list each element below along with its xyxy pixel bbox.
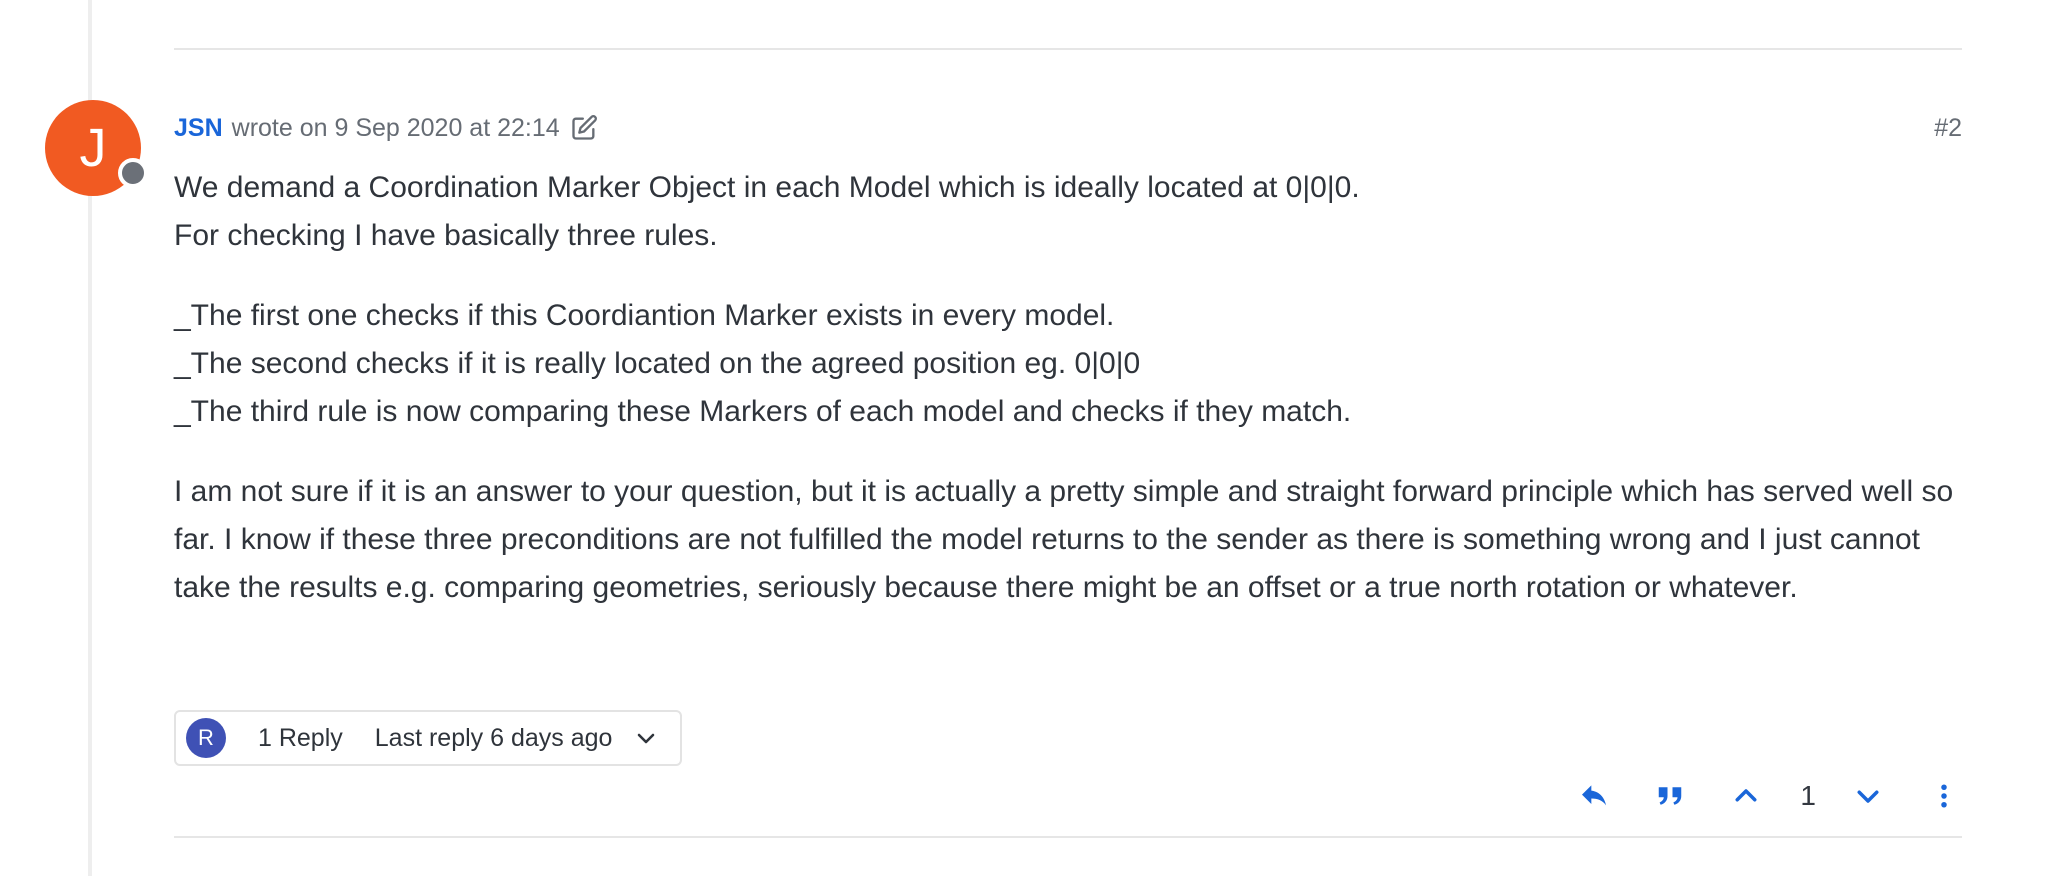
replies-toggle[interactable]: R 1 Reply Last reply 6 days ago [174,710,682,766]
upvote-icon [1731,781,1761,811]
post-line: We demand a Coordination Marker Object i… [174,171,1360,204]
post-line: I am not sure if it is an answer to your… [174,475,1954,604]
more-options-button[interactable] [1924,776,1964,816]
downvote-button[interactable] [1848,776,1888,816]
post-index: #2 [1934,113,1962,142]
reply-avatar-initial: R [198,725,214,750]
offline-status-indicator [118,158,148,188]
post-timestamp[interactable]: wrote on 9 Sep 2020 at 22:14 [232,114,560,143]
downvote-icon [1853,781,1883,811]
quote-button[interactable] [1650,776,1690,816]
post-actions: 1 [1538,776,1964,816]
reply-icon [1578,780,1610,812]
edited-icon[interactable] [570,114,598,142]
post-line: _The third rule is now comparing these M… [174,395,1352,428]
post-divider-bottom [174,836,1962,838]
post-header: JSN wrote on 9 Sep 2020 at 22:14 [174,110,598,146]
post-line: _The second checks if it is really locat… [174,347,1141,380]
vote-count: 1 [1800,780,1816,811]
quote-icon [1655,781,1685,811]
chevron-down-icon [634,726,658,750]
reply-count: 1 Reply [258,723,343,752]
author-link[interactable]: JSN [174,114,223,143]
post-line: For checking I have basically three rule… [174,219,718,252]
post-paragraph: We demand a Coordination Marker Object i… [174,164,1964,260]
last-reply-time: Last reply 6 days ago [374,723,613,752]
post-index-link[interactable]: #2 [1934,110,1962,146]
avatar-initial: J [79,118,107,178]
post-paragraph: _The first one checks if this Coordianti… [174,292,1964,436]
post-content: We demand a Coordination Marker Object i… [174,164,1964,644]
reply-avatar: R [186,718,226,758]
post-divider-top [174,48,1962,50]
post-line: _The first one checks if this Coordianti… [174,299,1115,332]
more-options-icon [1929,781,1959,811]
upvote-button[interactable] [1726,776,1766,816]
reply-button[interactable] [1574,776,1614,816]
post-paragraph: I am not sure if it is an answer to your… [174,468,1964,612]
